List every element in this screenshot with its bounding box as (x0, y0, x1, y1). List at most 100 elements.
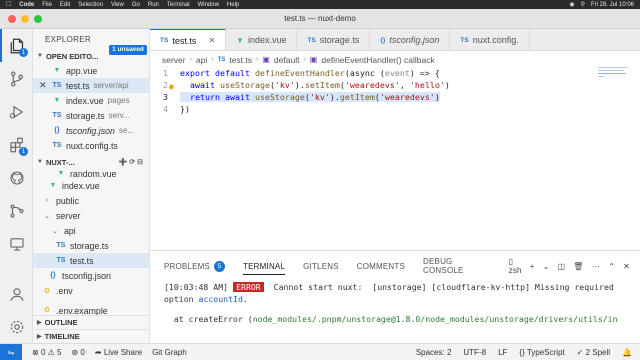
minimize-window-button[interactable] (21, 15, 29, 23)
terminal-output[interactable]: [10:03:48 AM] ERROR Cannot start nuxt: [u… (150, 281, 640, 325)
maximize-panel-icon[interactable]: ⌃ (608, 262, 615, 271)
tree-item-name: .env.example (56, 306, 108, 315)
tree-item[interactable]: ▼ random.vue (33, 169, 149, 178)
terminal-shell-selector[interactable]: ▯ zsh (509, 257, 522, 275)
close-icon[interactable]: ✕ (39, 80, 51, 91)
git-graph-button[interactable]: Git Graph (152, 348, 187, 357)
maximize-window-button[interactable] (34, 15, 42, 23)
activity-git-graph[interactable] (0, 194, 33, 227)
remote-indicator[interactable]: ⇋ (0, 343, 22, 360)
tab-terminal[interactable]: TERMINAL (243, 251, 286, 281)
tab-gitlens[interactable]: GITLENS (303, 251, 339, 281)
explorer-actions-icon[interactable]: ➕⟳⊟ (119, 158, 145, 166)
activity-github[interactable] (0, 161, 33, 194)
close-icon[interactable]: ✕ (208, 36, 215, 45)
open-editor-item[interactable]: {} tsconfig.json se... (33, 123, 149, 138)
open-editor-item[interactable]: ▼ index.vue pages (33, 93, 149, 108)
search-icon[interactable]: ⚲ (581, 1, 585, 8)
menu-go[interactable]: Go (132, 2, 140, 8)
tab-nuxt-config[interactable]: TS nuxt.config. (450, 29, 530, 50)
timeline-label: TIMELINE (44, 332, 80, 341)
language-status[interactable]: {} TypeScript (519, 348, 564, 357)
activity-source-control[interactable] (0, 62, 33, 95)
notifications-icon[interactable]: 🔔 (622, 348, 632, 357)
tree-folder[interactable]: ⌄ api (33, 223, 149, 238)
tree-item[interactable]: TS storage.ts (33, 238, 149, 253)
open-editor-item[interactable]: TS storage.ts serv... (33, 108, 149, 123)
activity-manage[interactable] (0, 310, 33, 343)
tree-item[interactable]: ⚙ .env (33, 283, 149, 298)
breadcrumb-item[interactable]: default (274, 55, 300, 65)
tab-comments[interactable]: COMMENTS (357, 251, 405, 281)
terminal-link[interactable]: node_modules/.pnpm/unstorage@1.8.0/node_… (253, 314, 618, 324)
tab-debug-console[interactable]: DEBUG CONSOLE (423, 251, 491, 281)
tree-item[interactable]: {} tsconfig.json (33, 268, 149, 283)
menu-help[interactable]: Help (227, 2, 239, 8)
problems-status[interactable]: ⊗ 0 ⚠ 5 (32, 348, 61, 357)
open-editor-item-active[interactable]: ✕ TS test.ts server/api (33, 78, 149, 93)
json-file-icon: {} (380, 36, 386, 44)
outline-section[interactable]: ▶ OUTLINE (33, 315, 149, 329)
code-token: await (224, 92, 255, 102)
breadcrumb-item[interactable]: test.ts (229, 55, 252, 65)
project-section[interactable]: ▼ NUXT-... ➕⟳⊟ (33, 155, 149, 169)
open-editors-section[interactable]: ▼ OPEN EDITO... 1 unsaved (33, 45, 149, 63)
chevron-down-icon[interactable]: ⌄ (543, 262, 550, 271)
tab-problems[interactable]: PROBLEMS 5 (164, 251, 226, 281)
activity-remote-explorer[interactable] (0, 227, 33, 260)
menu-edit[interactable]: Edit (60, 2, 70, 8)
menu-app[interactable]: Code (19, 2, 34, 8)
activity-extensions[interactable]: 1 (0, 128, 33, 161)
more-icon[interactable]: ··· (592, 262, 601, 271)
menu-selection[interactable]: Selection (78, 2, 103, 8)
tree-folder[interactable]: › public (33, 193, 149, 208)
vue-file-icon: ▼ (57, 170, 65, 177)
wifi-icon[interactable]: ◉ (569, 1, 574, 8)
split-terminal-icon[interactable]: ◫ (557, 262, 565, 271)
activity-accounts[interactable] (0, 277, 33, 310)
breadcrumb-item[interactable]: server (162, 55, 186, 65)
close-icon[interactable]: ✕ (623, 262, 630, 271)
status-bar: ⇋ ⊗ 0 ⚠ 5 ⊛ 0 ➦ Live Share Git Graph Spa… (0, 343, 640, 360)
close-window-button[interactable] (8, 15, 16, 23)
trash-icon[interactable]: 🗑 (573, 262, 583, 271)
activity-explorer[interactable]: 1 (0, 29, 33, 62)
open-editor-item[interactable]: TS nuxt.config.ts (33, 138, 149, 153)
timeline-section[interactable]: ▶ TIMELINE (33, 329, 149, 343)
indentation-status[interactable]: Spaces: 2 (416, 348, 452, 357)
menubar-clock[interactable]: Fri 28. Jul 10:06 (591, 2, 634, 8)
tab-tsconfig-json[interactable]: {} tsconfig.json (370, 29, 451, 50)
breadcrumb-item[interactable]: api (196, 55, 207, 65)
code-editor[interactable]: ● 1 export default defineEventHandler(as… (150, 67, 640, 250)
eol-status[interactable]: LF (498, 348, 507, 357)
tree-item-name: public (56, 195, 79, 206)
tab-storage-ts[interactable]: TS storage.ts (297, 29, 371, 50)
tree-item[interactable]: ▼ index.vue (33, 178, 149, 193)
tree-item-name: random.vue (70, 169, 117, 178)
tab-index-vue[interactable]: ▼ index.vue (226, 29, 298, 50)
activity-run-debug[interactable] (0, 95, 33, 128)
tree-item-name: api (64, 225, 76, 236)
tree-item[interactable]: ⚙ .env.example (33, 306, 149, 315)
add-terminal-icon[interactable]: + (530, 262, 535, 271)
minimap[interactable] (598, 67, 634, 87)
apple-icon[interactable]:  (6, 1, 11, 8)
code-line: 4 }) (150, 103, 630, 115)
menu-view[interactable]: View (111, 2, 124, 8)
tree-item-selected[interactable]: TS test.ts (33, 253, 149, 268)
ports-status[interactable]: ⊛ 0 (71, 348, 84, 357)
tree-folder[interactable]: ⌄ server (33, 208, 149, 223)
menu-terminal[interactable]: Terminal (167, 2, 190, 8)
menu-run[interactable]: Run (148, 2, 159, 8)
spell-status[interactable]: ✓ 2 Spell (577, 348, 610, 357)
tab-test-ts[interactable]: TS test.ts ✕ (150, 29, 227, 50)
encoding-status[interactable]: UTF-8 (463, 348, 486, 357)
error-count: 0 (40, 347, 46, 357)
code-line-selected: 3 return await useStorage('kv').getItem(… (150, 91, 630, 103)
live-share-button[interactable]: ➦ Live Share (95, 348, 142, 357)
window-title: test.ts — nuxt-demo (284, 14, 356, 23)
open-editor-item[interactable]: ▼ app.vue (33, 63, 149, 78)
breadcrumb-item[interactable]: defineEventHandler() callback (321, 55, 434, 65)
menu-window[interactable]: Window (198, 2, 219, 8)
menu-file[interactable]: File (42, 2, 52, 8)
